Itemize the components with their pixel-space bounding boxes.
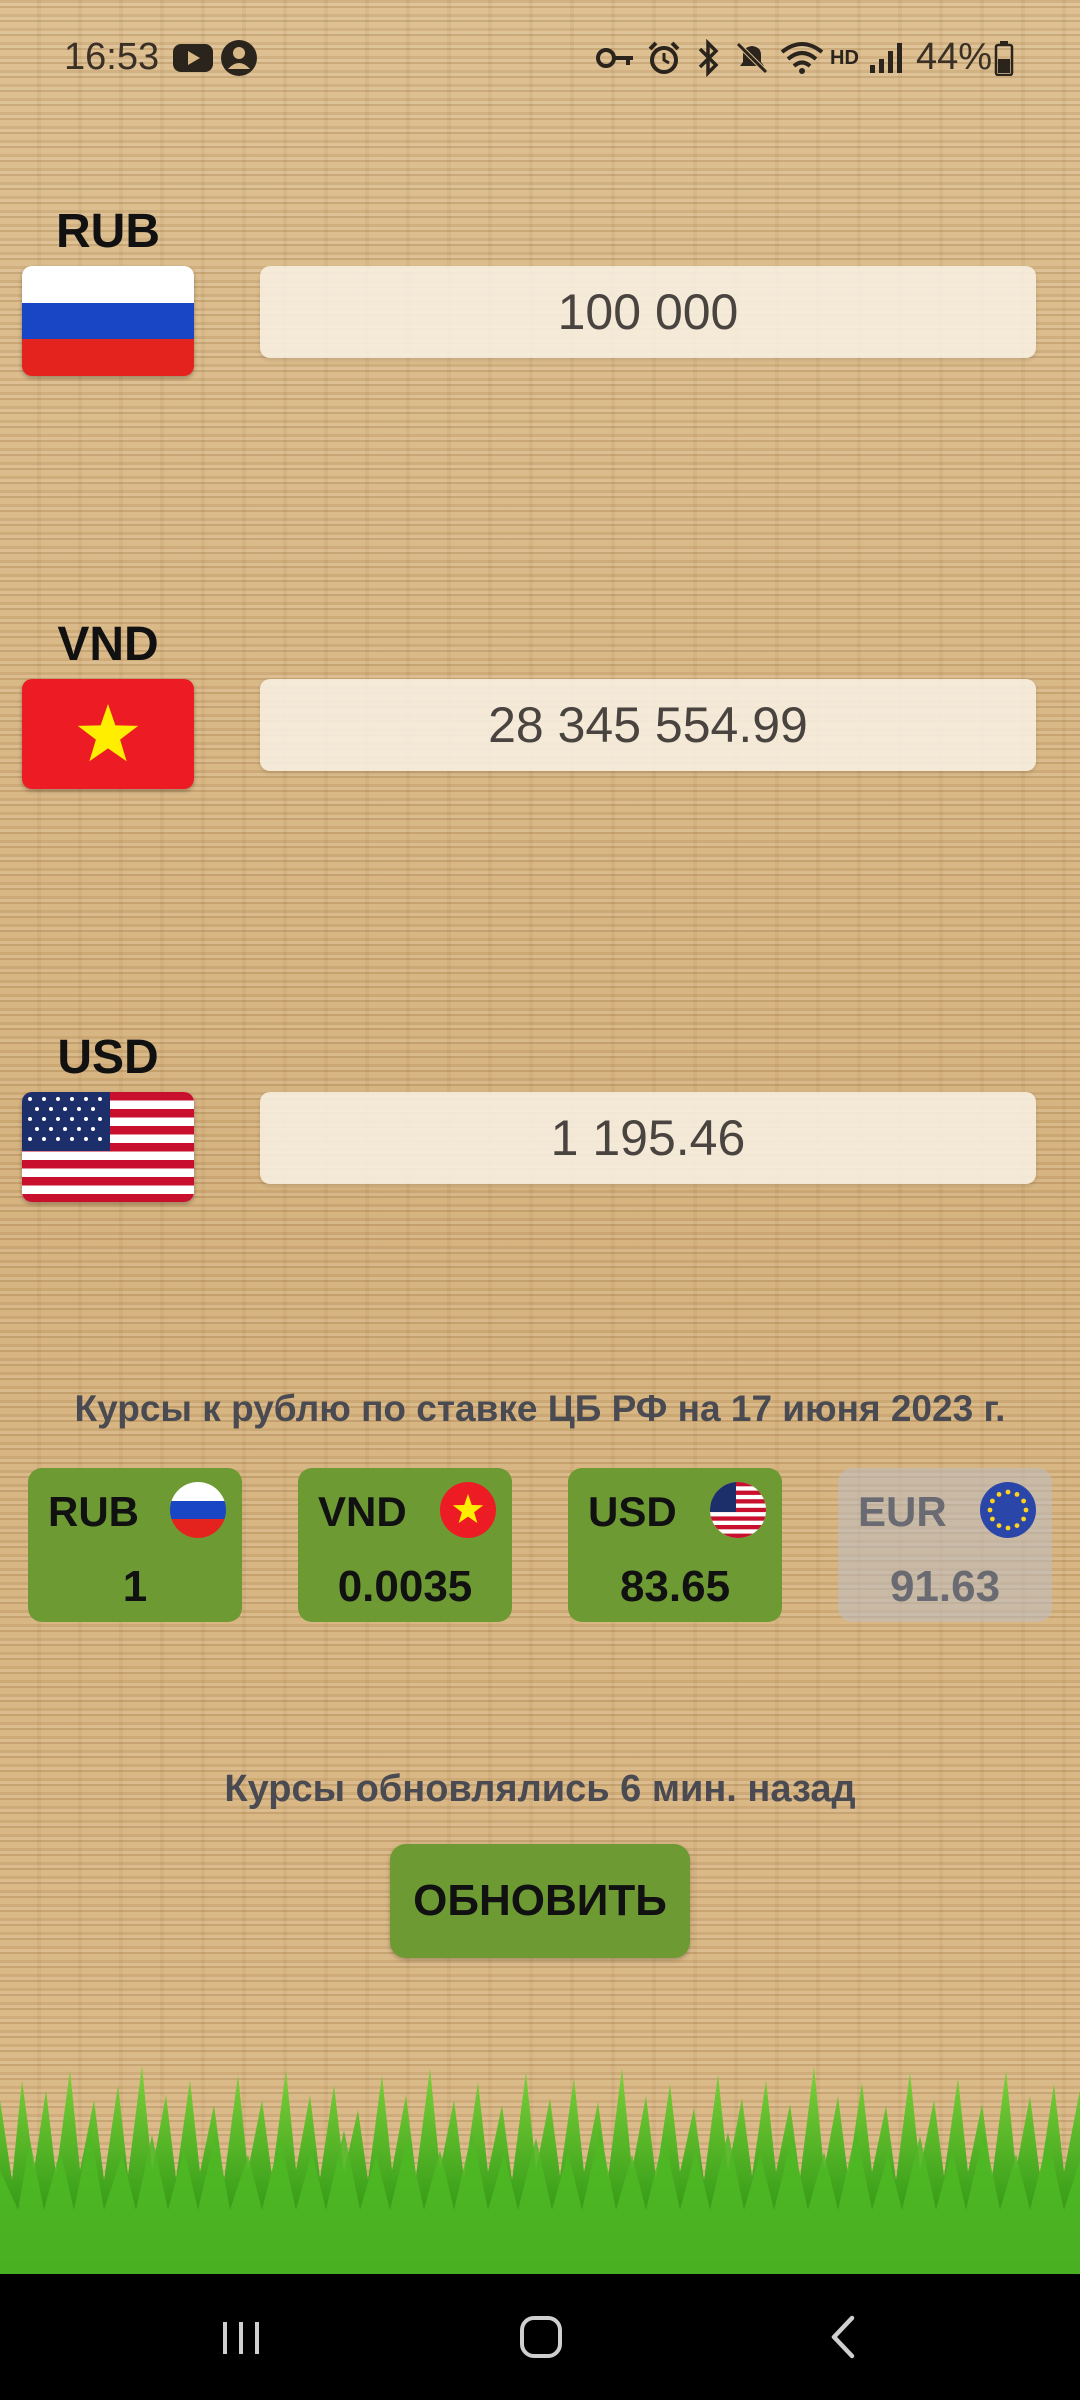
russia-flag-icon[interactable] bbox=[22, 266, 194, 376]
rate-value: 1 bbox=[122, 1562, 148, 1611]
rate-card-rub[interactable]: RUB 1 bbox=[28, 1468, 242, 1622]
currency-code-label: RUB bbox=[56, 205, 160, 258]
bluetooth-icon bbox=[694, 38, 722, 78]
rate-value: 83.65 bbox=[619, 1562, 731, 1611]
vietnam-flag-icon bbox=[440, 1482, 496, 1538]
amount-input-rub[interactable]: 100 000 bbox=[260, 266, 1036, 358]
amount-input-vnd[interactable]: 28 345 554.99 bbox=[260, 679, 1036, 771]
currency-code-label: USD bbox=[57, 1031, 159, 1084]
usa-flag-icon[interactable] bbox=[22, 1092, 194, 1202]
mute-icon bbox=[734, 38, 770, 78]
navigation-bar bbox=[0, 2274, 1080, 2400]
last-updated-text: Курсы обновлялись 6 мин. назад bbox=[224, 1768, 856, 1810]
rate-value: 0.0035 bbox=[337, 1562, 473, 1611]
vietnam-flag-icon[interactable] bbox=[22, 679, 194, 789]
rate-code-label: EUR bbox=[858, 1488, 947, 1535]
eu-flag-icon bbox=[980, 1482, 1036, 1538]
rate-card-eur[interactable]: EUR 91.63 bbox=[838, 1468, 1052, 1622]
battery-percent: 44% bbox=[916, 36, 993, 78]
amount-input-usd[interactable]: 1 195.46 bbox=[260, 1092, 1036, 1184]
rate-value: 91.63 bbox=[889, 1562, 1001, 1611]
currency-row-usd: USD 1 195.46 bbox=[0, 1030, 1080, 1230]
youtube-icon bbox=[172, 38, 214, 78]
signal-icon bbox=[868, 38, 904, 78]
hd-icon: HD bbox=[830, 46, 859, 69]
currency-code-label: VND bbox=[57, 618, 159, 671]
status-bar: 16:53 HD 44% bbox=[0, 0, 1080, 120]
battery-icon bbox=[994, 38, 1014, 78]
rate-code-label: RUB bbox=[48, 1488, 139, 1535]
home-icon[interactable] bbox=[506, 2304, 576, 2370]
refresh-button[interactable]: ОБНОВИТЬ bbox=[390, 1844, 690, 1958]
rate-code-label: USD bbox=[588, 1488, 677, 1535]
usa-flag-icon bbox=[710, 1482, 766, 1538]
vpn-key-icon bbox=[596, 38, 636, 78]
rate-card-usd[interactable]: USD 83.65 bbox=[568, 1468, 782, 1622]
rates-caption: Курсы к рублю по ставке ЦБ РФ на 17 июня… bbox=[74, 1388, 1006, 1429]
back-icon[interactable] bbox=[808, 2304, 878, 2370]
rate-code-label: VND bbox=[318, 1488, 407, 1535]
currency-row-vnd: VND 28 345 554.99 bbox=[0, 617, 1080, 817]
alarm-icon bbox=[646, 38, 682, 78]
wifi-icon bbox=[780, 38, 824, 78]
currency-row-rub: RUB 100 000 bbox=[0, 204, 1080, 404]
rate-card-vnd[interactable]: VND 0.0035 bbox=[298, 1468, 512, 1622]
recent-apps-icon[interactable] bbox=[206, 2304, 276, 2370]
status-time: 16:53 bbox=[64, 36, 160, 78]
account-icon bbox=[220, 38, 258, 78]
grass-decoration bbox=[0, 2060, 1080, 2274]
russia-flag-icon bbox=[170, 1482, 226, 1538]
